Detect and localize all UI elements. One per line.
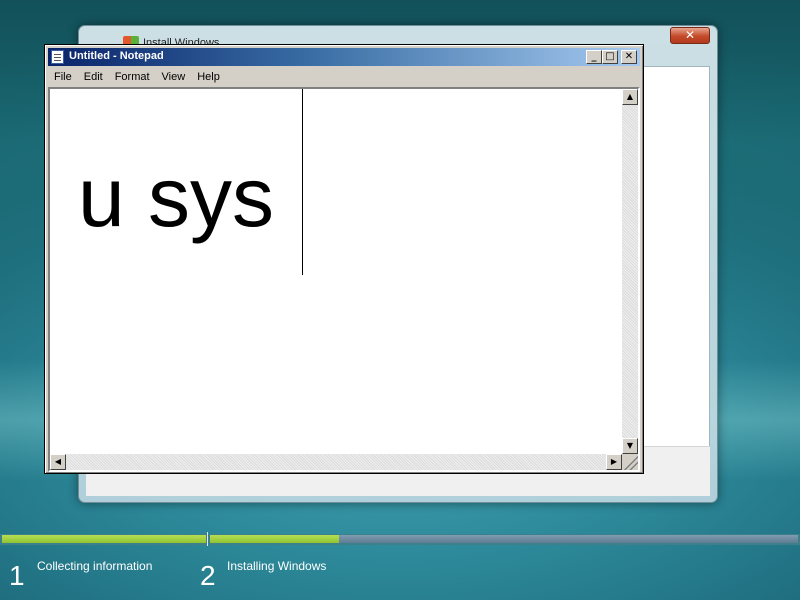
notepad-titlebar[interactable]: Untitled - Notepad _ □ ✕ [48,48,640,66]
step1-label: Collecting information [37,559,153,573]
vertical-scrollbar[interactable]: ▲ ▼ [622,89,638,454]
menu-view[interactable]: View [156,71,192,83]
install-close-button[interactable]: ✕ [670,27,710,44]
step2-label: Installing Windows [227,559,327,573]
menu-help[interactable]: Help [191,71,226,83]
scroll-down-arrow-icon[interactable]: ▼ [622,438,638,454]
progress-divider [207,532,208,546]
notepad-text-area[interactable]: u sys ▲ ▼ ◀ ▶ [48,87,640,472]
menu-format[interactable]: Format [109,71,156,83]
notepad-title: Untitled - Notepad [69,50,164,62]
notepad-menubar: File Edit Format View Help [48,68,640,86]
resize-grip-icon[interactable] [622,454,638,470]
notepad-window: Untitled - Notepad _ □ ✕ File Edit Forma… [44,44,644,474]
close-button[interactable]: ✕ [621,50,637,64]
scroll-left-arrow-icon[interactable]: ◀ [50,454,66,470]
menu-file[interactable]: File [48,71,78,83]
text-caret [302,89,303,275]
step2-number: 2 [200,560,216,591]
step1-number: 1 [9,560,25,591]
notepad-content: u sys [78,150,275,244]
progress-step1-fill [2,535,206,543]
scroll-up-arrow-icon[interactable]: ▲ [622,89,638,105]
horizontal-scrollbar[interactable]: ◀ ▶ [50,454,622,470]
minimize-button[interactable]: _ [586,50,602,64]
menu-edit[interactable]: Edit [78,71,109,83]
maximize-button[interactable]: □ [602,50,618,64]
scroll-right-arrow-icon[interactable]: ▶ [606,454,622,470]
progress-step2-fill [210,535,339,543]
notepad-icon[interactable] [51,50,64,64]
